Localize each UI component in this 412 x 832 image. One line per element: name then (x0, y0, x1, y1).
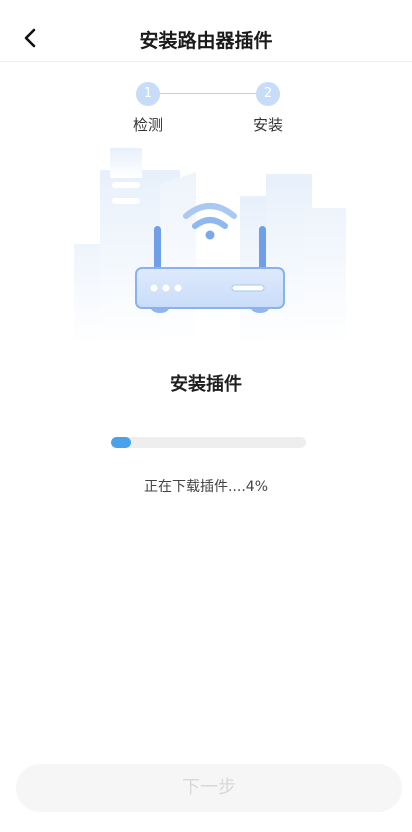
progress-fill (111, 437, 131, 448)
header-bar: 安装路由器插件 (0, 0, 412, 62)
router-illustration (74, 148, 346, 344)
router-body (135, 267, 285, 309)
step-2-circle: 2 (256, 82, 280, 106)
install-title: 安装插件 (170, 374, 242, 395)
step-1-label: 检测 (132, 116, 163, 134)
step-connector (160, 93, 256, 94)
step-indicator: 1 2 检测 安装 (0, 82, 412, 134)
antenna-right (259, 226, 266, 272)
step-2-label: 安装 (252, 116, 283, 134)
antenna-left (154, 226, 161, 272)
city-background (74, 148, 346, 344)
progress-status-text: 正在下载插件....4% (143, 479, 268, 495)
next-step-button[interactable]: 下一步 (16, 764, 402, 812)
step-1-circle: 1 (136, 82, 160, 106)
progress-bar (111, 437, 306, 448)
page-title: 安装路由器插件 (139, 30, 273, 52)
